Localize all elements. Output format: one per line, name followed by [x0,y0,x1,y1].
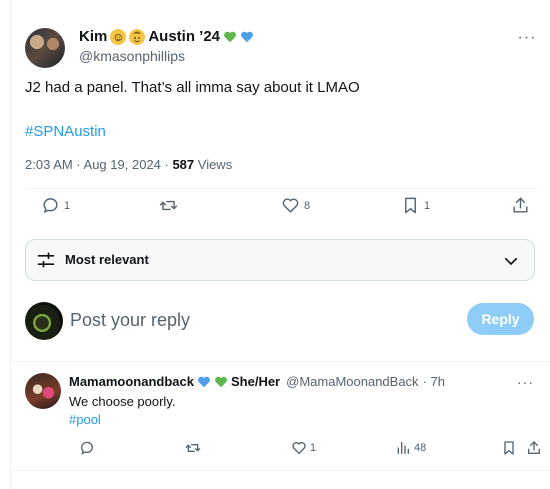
heart-outline-icon [282,198,299,213]
green-heart-icon [215,376,227,387]
more-options-icon[interactable]: ··· [517,28,537,48]
share-button[interactable] [511,196,530,215]
reply-author-pronouns: She/Her [230,374,281,389]
bookmark-icon [405,197,416,214]
views-label: Views [194,157,233,172]
reply-count: 1 [64,199,71,212]
reply-timestamp[interactable]: · 7h [423,374,445,389]
share-icon [528,441,540,454]
views-count: 48 [414,442,427,454]
chevron-down-icon [504,257,518,265]
blue-heart-icon [241,31,253,42]
sort-replies-dropdown[interactable]: Most relevant [25,239,535,281]
author-handle[interactable]: @kmasonphillips [79,48,185,64]
reply-author-handle[interactable]: @MamaMoonandBack [286,374,418,389]
angel-emoji-icon: ☺ [110,28,127,45]
author-name-part1: Kim [79,28,108,45]
views-button[interactable]: 48 [395,440,426,456]
reply-button[interactable] [79,440,98,456]
author-display-name[interactable]: Kim ☺ Austin ’24 [79,28,254,45]
post-actions: 1 8 1 [25,196,537,224]
sliders-icon [37,252,55,268]
bookmark-button[interactable] [501,440,517,456]
reply-text: We choose poorly. [69,394,176,409]
like-button[interactable]: 1 [291,440,316,456]
author-avatar[interactable] [25,28,65,68]
reply-author-avatar[interactable] [25,373,61,409]
bar-chart-icon [397,442,409,454]
post-meta: 2:03 AM · Aug 19, 2024 · 587 Views [25,157,232,172]
repost-icon [185,444,201,452]
share-button[interactable] [526,440,542,456]
green-heart-icon [224,31,236,42]
reply-hashtag-link[interactable]: #pool [69,412,101,427]
repost-icon [159,200,178,211]
reply-author-name[interactable]: Mamamoonandback [69,374,194,389]
post-text: J2 had a panel. That’s all imma say abou… [25,79,360,96]
like-count: 8 [304,199,311,212]
author-name-part2: Austin ’24 [148,28,221,45]
cowboy-emoji-icon [129,28,146,45]
reply-icon [81,441,93,455]
bookmark-count: 1 [424,199,431,212]
heart-outline-icon [292,442,306,455]
repost-button[interactable] [185,440,204,456]
reply-author-row: Mamamoonandback She/Her @MamaMoonandBack… [69,374,445,389]
like-button[interactable]: 8 [281,196,310,215]
like-count: 1 [310,442,317,454]
post-timestamp[interactable]: 2:03 AM · Aug 19, 2024 · [25,157,172,172]
share-icon [513,197,528,213]
reply-submit-button[interactable]: Reply [467,303,534,335]
repost-button[interactable] [159,196,182,215]
more-options-icon[interactable]: ··· [517,374,534,390]
views-count: 587 [172,157,195,172]
post-thread: Kim ☺ Austin ’24 @kmasonphillips ··· J2 … [10,0,550,489]
divider [11,361,550,362]
current-user-avatar[interactable] [25,302,63,340]
post-header: Kim ☺ Austin ’24 @kmasonphillips ··· [25,26,537,70]
bookmark-button[interactable]: 1 [401,196,430,215]
divider [11,470,550,471]
divider [25,188,537,189]
blue-heart-icon [198,376,210,387]
sort-label: Most relevant [65,252,149,267]
reply-actions: 1 48 [69,440,540,460]
reply-button[interactable]: 1 [41,196,70,215]
reply-input[interactable]: Post your reply [70,310,190,331]
reply-icon [43,198,58,214]
bookmark-icon [504,441,514,455]
post-hashtag-link[interactable]: #SPNAustin [25,123,106,140]
